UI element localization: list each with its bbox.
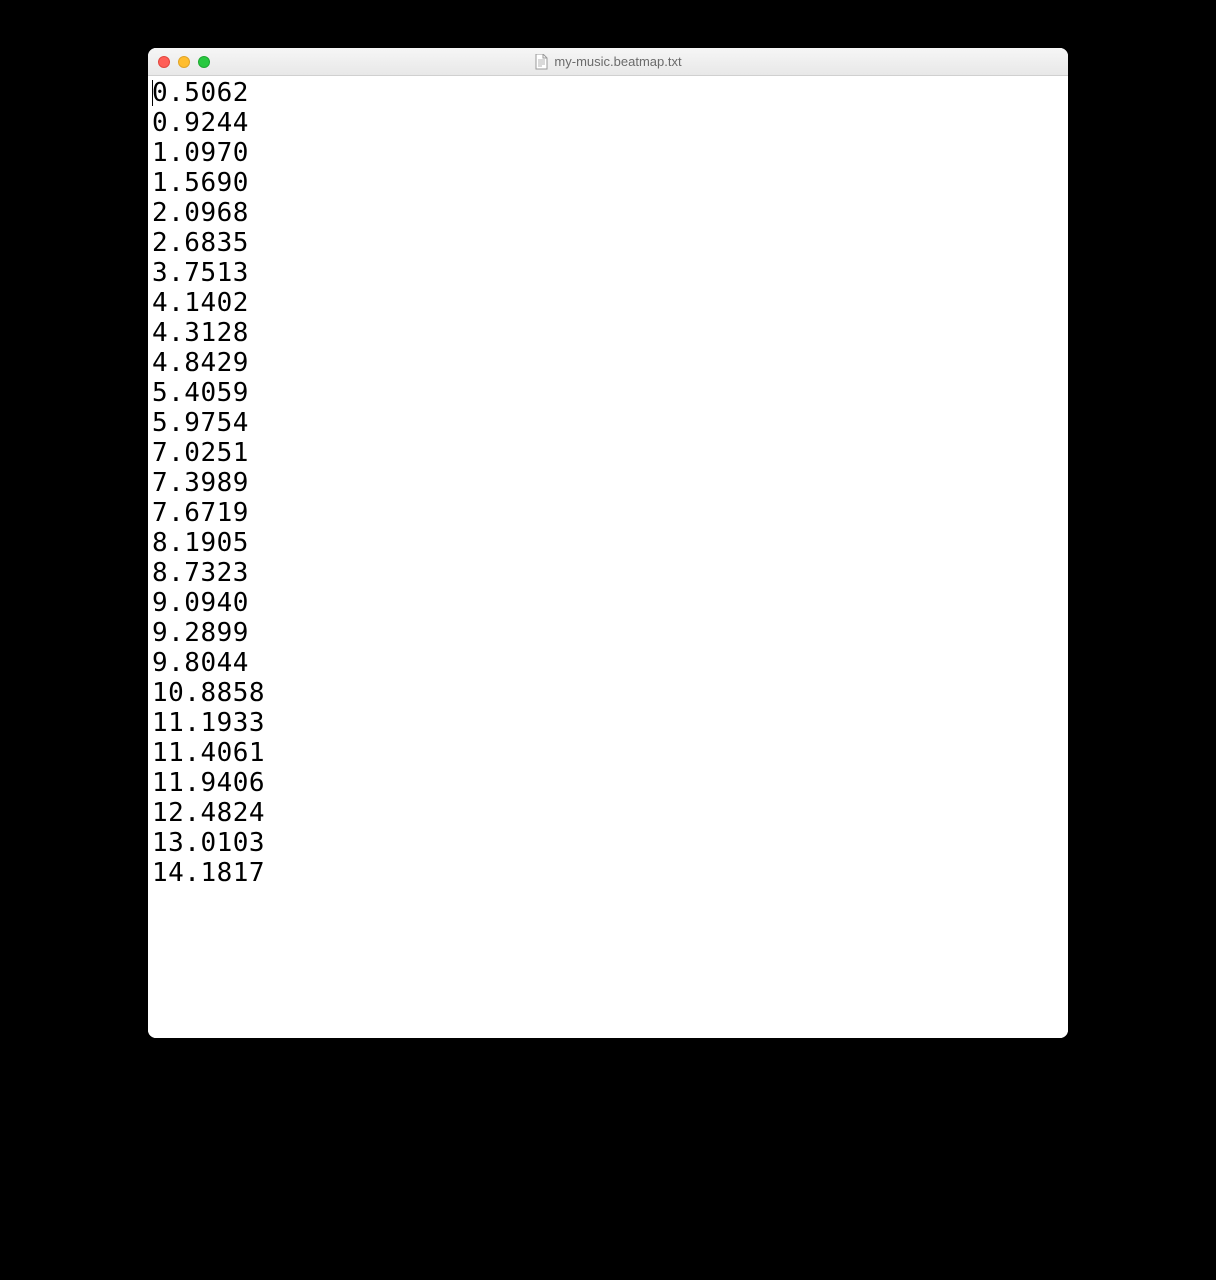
text-line[interactable]: 5.9754 [152, 408, 1064, 438]
text-line[interactable]: 2.0968 [152, 198, 1064, 228]
text-line[interactable]: 4.8429 [152, 348, 1064, 378]
text-line[interactable]: 0.5062 [152, 78, 1064, 108]
text-line[interactable]: 1.0970 [152, 138, 1064, 168]
text-line[interactable]: 0.9244 [152, 108, 1064, 138]
minimize-button[interactable] [178, 56, 190, 68]
text-line[interactable]: 9.2899 [152, 618, 1064, 648]
text-line[interactable]: 10.8858 [152, 678, 1064, 708]
window-title: my-music.beatmap.txt [554, 54, 681, 69]
text-content-area[interactable]: 0.50620.92441.09701.56902.09682.68353.75… [148, 76, 1068, 1038]
zoom-button[interactable] [198, 56, 210, 68]
text-line[interactable]: 1.5690 [152, 168, 1064, 198]
text-line[interactable]: 7.6719 [152, 498, 1064, 528]
text-line[interactable]: 11.4061 [152, 738, 1064, 768]
text-line[interactable]: 2.6835 [152, 228, 1064, 258]
traffic-lights [158, 56, 210, 68]
text-line[interactable]: 13.0103 [152, 828, 1064, 858]
text-line[interactable]: 9.8044 [152, 648, 1064, 678]
text-line[interactable]: 8.1905 [152, 528, 1064, 558]
text-cursor [152, 80, 153, 106]
text-line[interactable]: 4.1402 [152, 288, 1064, 318]
text-line[interactable]: 8.7323 [152, 558, 1064, 588]
text-line[interactable]: 7.0251 [152, 438, 1064, 468]
title-center: my-music.beatmap.txt [148, 54, 1068, 70]
document-icon [534, 54, 548, 70]
text-line[interactable]: 11.1933 [152, 708, 1064, 738]
textedit-window: my-music.beatmap.txt 0.50620.92441.09701… [148, 48, 1068, 1038]
text-line[interactable]: 5.4059 [152, 378, 1064, 408]
text-line[interactable]: 4.3128 [152, 318, 1064, 348]
text-line[interactable]: 7.3989 [152, 468, 1064, 498]
text-line[interactable]: 3.7513 [152, 258, 1064, 288]
text-line[interactable]: 12.4824 [152, 798, 1064, 828]
text-line[interactable]: 14.1817 [152, 858, 1064, 888]
text-line[interactable]: 11.9406 [152, 768, 1064, 798]
document-lines: 0.50620.92441.09701.56902.09682.68353.75… [152, 78, 1064, 888]
titlebar[interactable]: my-music.beatmap.txt [148, 48, 1068, 76]
close-button[interactable] [158, 56, 170, 68]
text-line[interactable]: 9.0940 [152, 588, 1064, 618]
